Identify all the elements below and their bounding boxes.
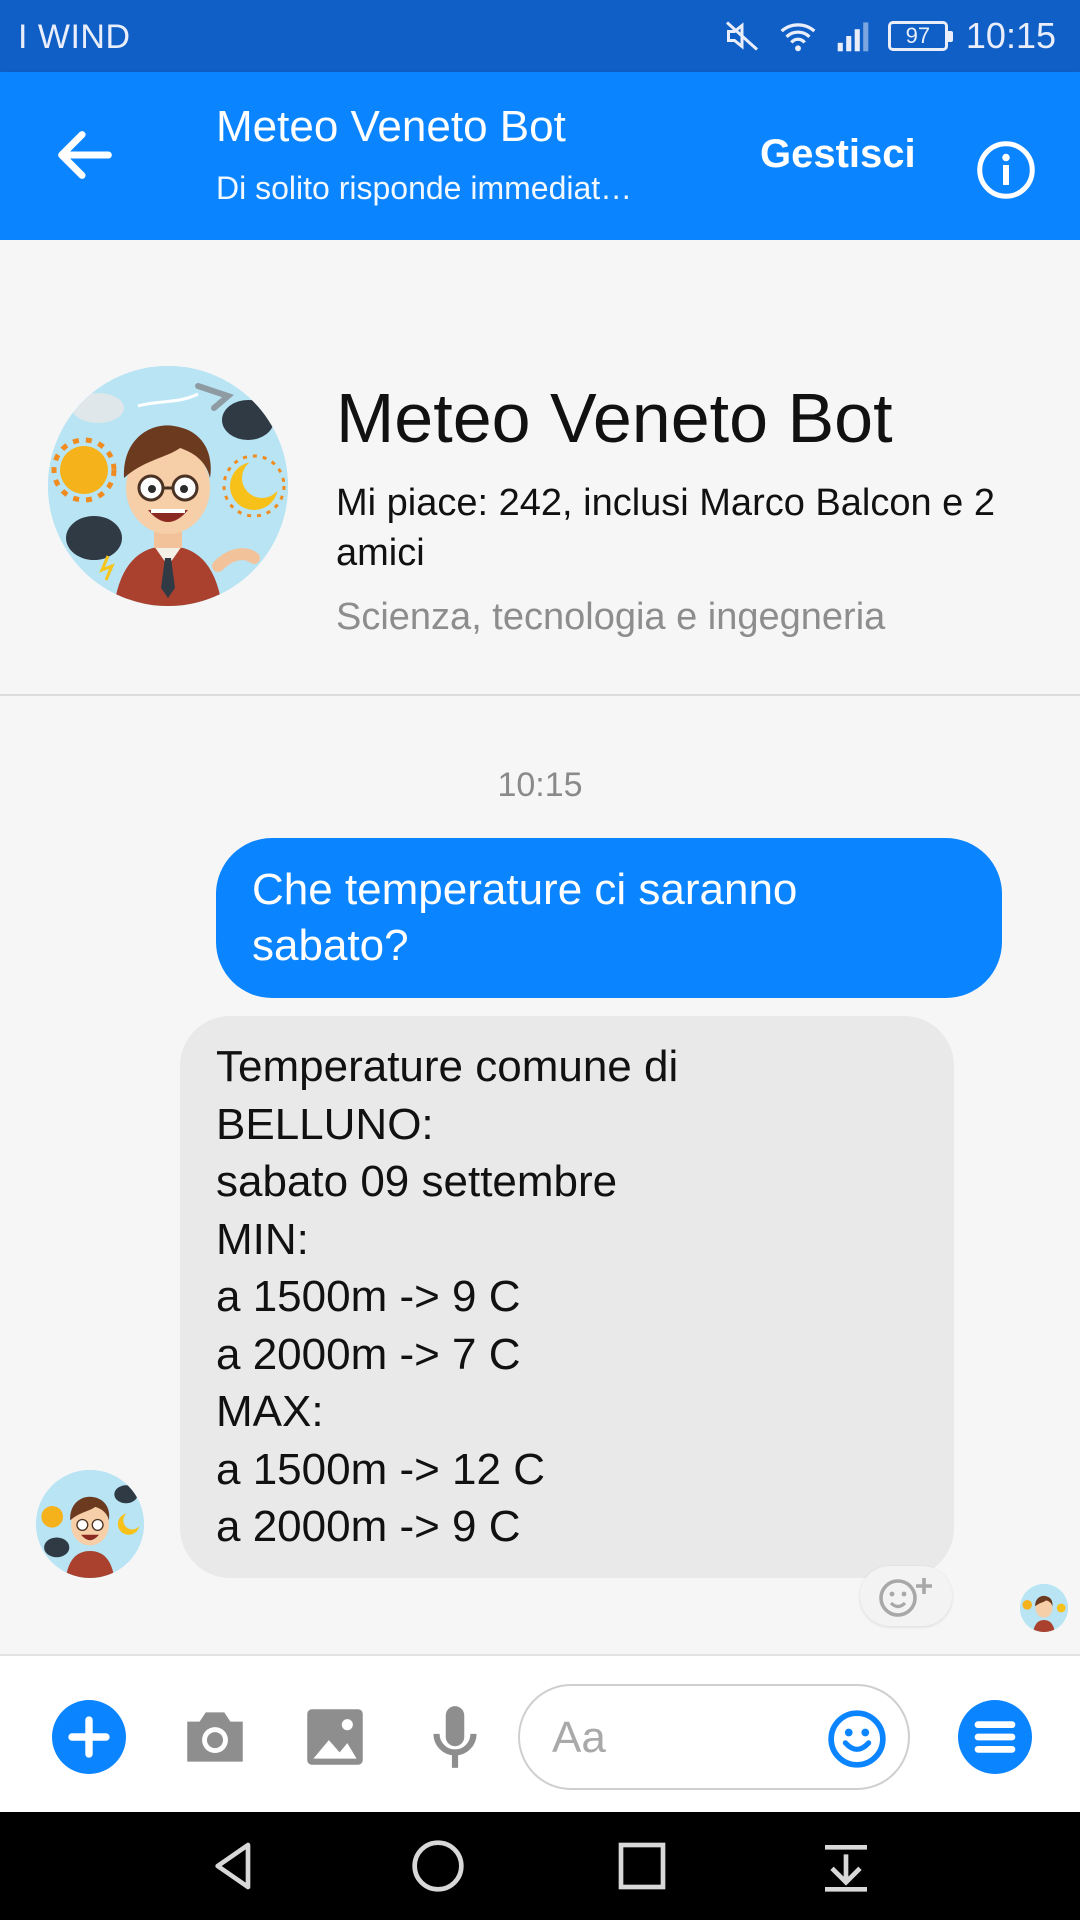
nav-back-icon[interactable] [206,1838,262,1894]
battery-indicator: 97 [887,21,953,51]
carrier-name: I WIND [18,18,131,56]
bot-profile-card: Meteo Veneto Bot Mi piace: 242, inclusi … [0,240,1080,696]
message-timestamp: 10:15 [497,766,583,804]
message-line: a 2000m -> 7 C [216,1329,521,1379]
nav-recents-icon[interactable] [614,1838,670,1894]
mute-icon [725,21,758,51]
message-line: a 1500m -> 12 C [216,1444,545,1494]
weatherman-illustration-tiny [1020,1584,1068,1632]
info-icon[interactable] [976,140,1036,200]
manage-button[interactable]: Gestisci [760,132,916,177]
message-line: BELLUNO: [216,1099,434,1149]
profile-likes: Mi piace: 242, inclusi Marco Balcon e 2 … [336,482,995,574]
nav-notifications-icon[interactable] [818,1838,874,1894]
camera-icon[interactable] [178,1700,252,1774]
system-navigation-bar [0,1812,1080,1920]
plus-icon[interactable] [52,1700,126,1774]
message-line: MIN: [216,1214,309,1264]
add-reaction-icon [879,1578,932,1617]
smiley-icon[interactable] [826,1708,888,1770]
wifi-icon [780,23,816,52]
status-bar: I WIND 97 10:15 [0,0,1080,72]
weatherman-illustration-small [36,1470,144,1578]
message-line: a 2000m -> 9 C [216,1502,521,1551]
message-composer [0,1654,1080,1812]
sent-message-bubble[interactable]: Che temperature ci saranno sabato? [216,838,1002,998]
nav-home-icon[interactable] [410,1838,466,1894]
header-subtitle: Di solito risponde immediat… [216,170,633,206]
received-message-bubble[interactable]: Temperature comune di BELLUNO: sabato 09… [180,1016,954,1578]
profile-name: Meteo Veneto Bot [336,379,893,457]
message-line: a 1500m -> 9 C [216,1272,521,1321]
header-title[interactable]: Meteo Veneto Bot [216,102,566,152]
sender-avatar[interactable] [36,1470,144,1578]
menu-icon[interactable] [958,1700,1032,1774]
message-input-container[interactable] [518,1684,910,1790]
status-time: 10:15 [965,15,1056,56]
message-line: MAX: [216,1387,324,1436]
conversation-header: Meteo Veneto Bot Di solito risponde imme… [0,72,1080,240]
add-reaction-button[interactable] [860,1566,952,1626]
profile-category: Scienza, tecnologia e ingegneria [336,596,886,638]
signal-icon [837,22,869,52]
microphone-icon[interactable] [418,1700,492,1774]
image-icon[interactable] [298,1700,372,1774]
message-line: sabato 09 settembre [216,1157,618,1206]
weatherman-illustration [48,366,288,606]
message-line: Temperature comune di [216,1042,679,1091]
back-arrow-icon[interactable] [50,120,120,190]
status-icons: 97 10:15 [724,14,1056,58]
message-input[interactable] [552,1708,802,1768]
read-receipt-avatar [1020,1584,1068,1632]
bot-avatar[interactable] [48,366,288,606]
